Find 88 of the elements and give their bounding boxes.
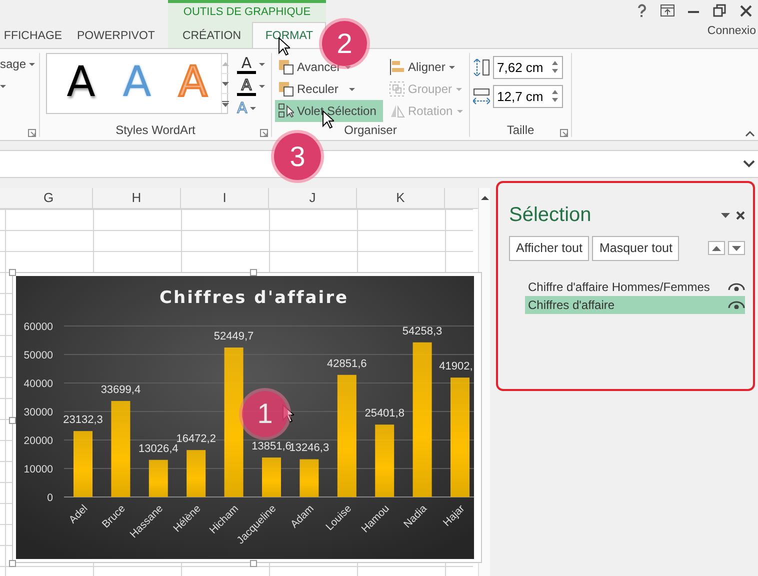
up-icon: [712, 246, 721, 251]
group-icon: [389, 81, 405, 97]
move-up-button[interactable]: [708, 241, 725, 256]
width-icon: [473, 88, 490, 105]
axis-tick-label: 50000: [24, 350, 53, 362]
sign-in-link[interactable]: Connexio: [707, 23, 756, 40]
data-label: 25401,8: [364, 408, 404, 420]
down-icon: [732, 246, 741, 251]
group-label: Taille: [506, 122, 536, 139]
data-label: 13026,4: [138, 442, 178, 455]
selection-pane-icon: [278, 103, 294, 119]
align-icon: [389, 59, 405, 75]
caret-icon: [259, 84, 265, 88]
caret-icon: [259, 62, 265, 66]
axis-tick-label: 30000: [24, 406, 53, 418]
ribbon-dropdown[interactable]: sage: [0, 53, 39, 75]
wordart-gallery[interactable]: A A A: [46, 53, 228, 114]
close-icon[interactable]: [736, 210, 745, 220]
spinner-icon[interactable]: [551, 89, 559, 103]
move-down-button[interactable]: [728, 241, 745, 256]
chart-bar[interactable]: [224, 348, 244, 497]
send-backward-icon: [278, 81, 294, 97]
dialog-launcher-icon[interactable]: [560, 129, 568, 137]
data-label: 54258,3: [402, 325, 442, 338]
ribbon-button[interactable]: Volet Sélection: [275, 100, 383, 122]
axis-tick-label: 40000: [24, 378, 53, 390]
text-format-button[interactable]: A: [234, 53, 268, 75]
data-label: 23132,3: [63, 414, 103, 426]
height-icon: [473, 59, 490, 76]
pane-title: Sélection: [509, 203, 592, 228]
pane-list-item[interactable]: Chiffres d'affaire: [525, 296, 745, 314]
resize-handle[interactable]: [9, 560, 16, 567]
axis-tick-label: 20000: [24, 435, 53, 447]
chart-bar[interactable]: [186, 450, 206, 497]
expand-icon[interactable]: [743, 160, 755, 168]
contextual-tab-title: OUTILS DE GRAPHIQUE: [182, 5, 312, 20]
caret-icon: [29, 62, 36, 66]
axis-tick-label: 0: [47, 492, 53, 504]
data-label: 33699,4: [100, 384, 141, 396]
caret-icon: [0, 84, 6, 88]
caret-icon: [250, 106, 256, 110]
resize-handle[interactable]: [250, 560, 257, 567]
wordart-style[interactable]: A: [53, 54, 109, 113]
data-label: 42851,6: [327, 358, 367, 370]
chart-bar[interactable]: [148, 460, 168, 497]
restore-icon[interactable]: [712, 2, 726, 18]
resize-handle[interactable]: [9, 269, 16, 276]
ribbon-tab[interactable]: FFICHAGE: [0, 22, 66, 48]
rotate-icon: [389, 103, 405, 119]
ribbon-button[interactable]: Aligner: [386, 56, 466, 78]
group-label: Organiser: [343, 122, 398, 139]
resize-handle[interactable]: [9, 417, 16, 424]
data-label: 52449,7: [214, 330, 254, 343]
dialog-launcher-icon[interactable]: [28, 129, 36, 137]
data-label: 16472,2: [176, 433, 216, 446]
visibility-eye-icon[interactable]: [728, 300, 745, 309]
text-format-button[interactable]: A: [234, 75, 268, 97]
gallery-down-icon[interactable]: [222, 80, 229, 86]
collapse-ribbon-icon[interactable]: [745, 131, 755, 137]
bring-forward-icon: [278, 59, 294, 75]
chart-bar[interactable]: [300, 459, 319, 497]
chart-bar[interactable]: [111, 400, 130, 497]
dialog-launcher-icon[interactable]: [260, 129, 268, 137]
dropdown-icon[interactable]: [721, 212, 730, 218]
pane-button[interactable]: Afficher tout: [509, 236, 590, 261]
ribbon-tab[interactable]: FORMAT: [252, 22, 326, 48]
data-label: 13246,3: [289, 442, 330, 454]
axis-tick-label: 10000: [24, 464, 53, 476]
chart-bar[interactable]: [375, 424, 394, 497]
visibility-eye-icon[interactable]: [728, 282, 745, 291]
size-field[interactable]: 7,62 cm: [493, 56, 563, 79]
resize-handle[interactable]: [250, 269, 257, 276]
data-label: 13851,6: [252, 440, 292, 453]
close-icon[interactable]: [738, 2, 752, 18]
group-label: Styles WordArt: [114, 122, 196, 139]
gallery-more-icon[interactable]: [222, 100, 229, 106]
size-field[interactable]: 12,7 cm: [493, 85, 563, 108]
pane-list-item[interactable]: Chiffre d'affaire Hommes/Femmes: [525, 278, 745, 296]
ribbon-button[interactable]: Reculer: [275, 78, 383, 100]
chart-bar[interactable]: [337, 374, 356, 497]
data-label: 41902,: [439, 360, 473, 373]
ribbon-tab[interactable]: CRÉATION: [171, 22, 252, 48]
chart-title: Chiffres d'affaire: [160, 288, 348, 308]
spinner-icon[interactable]: [551, 60, 559, 74]
axis-tick-label: 60000: [24, 321, 53, 333]
chart-bar[interactable]: [412, 342, 432, 497]
pane-button[interactable]: Masquer tout: [592, 236, 680, 261]
ribbon-display-icon[interactable]: [660, 2, 674, 18]
